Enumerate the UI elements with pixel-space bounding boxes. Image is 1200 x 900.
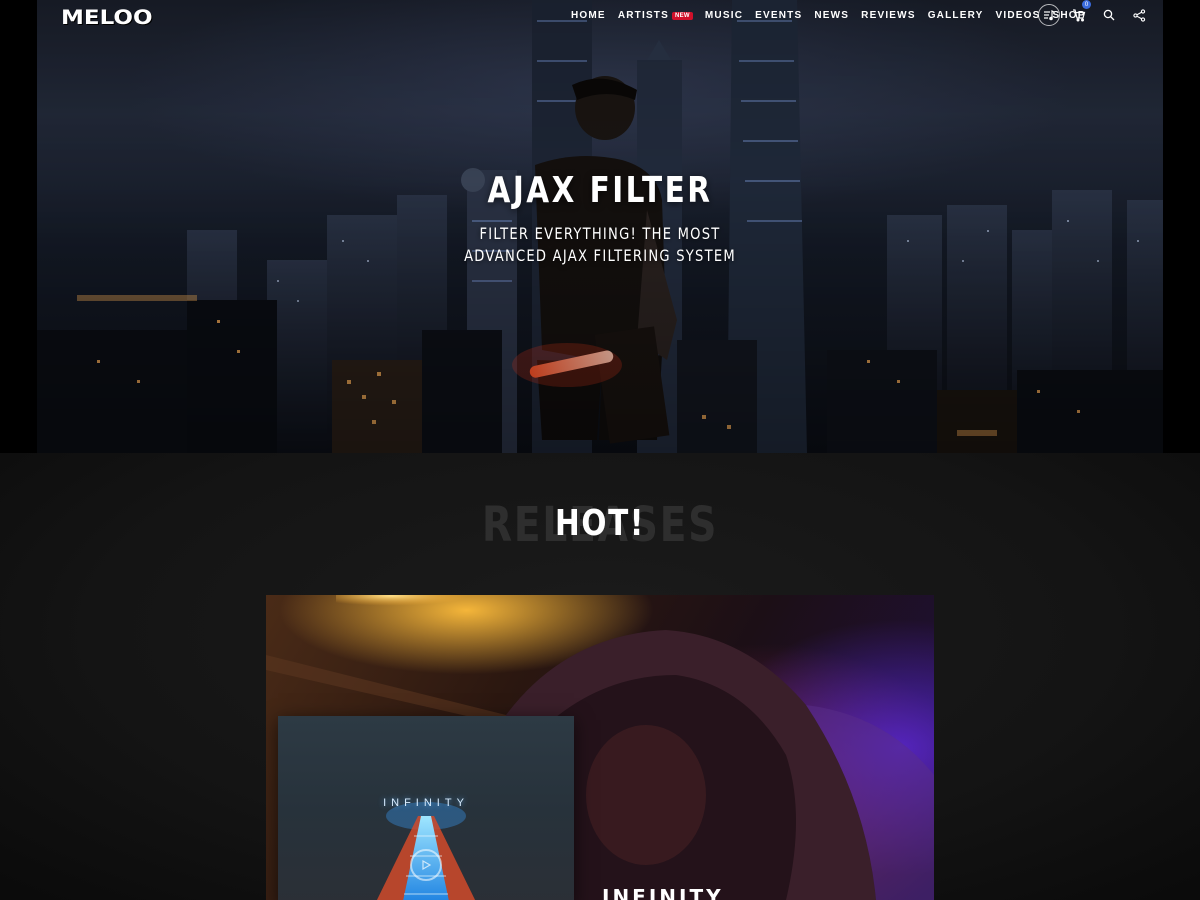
play-button[interactable] [410,849,442,881]
nav-item-videos[interactable]: VIDEOS [996,10,1041,21]
section-title: HOT! [555,503,645,544]
nav-item-label: MUSIC [704,10,744,21]
search-button[interactable] [1098,4,1120,26]
share-icon [1132,8,1145,22]
release-name[interactable]: INFINITY [602,885,724,900]
nav-item-music[interactable]: MUSIC [705,10,743,21]
album-cover[interactable]: INFINITY [278,716,574,900]
releases-section: RELEASES HOT! INFINITY INFINITY [0,453,1200,900]
hero-subtitle-line-1: FILTER EVERYTHING! THE MOST [479,224,721,243]
nav-item-news[interactable]: NEWS [814,10,849,21]
album-cover-title: INFINITY [383,797,469,809]
nav-item-events[interactable]: EVENTS [755,10,802,21]
cart-icon [1073,9,1086,22]
nav-item-label: REVIEWS [861,10,916,21]
share-button[interactable] [1128,4,1150,26]
nav-item-label: ARTISTS [617,10,669,21]
cart-button[interactable]: 0 [1068,0,1091,26]
header-icons: 0 [1038,0,1150,26]
hero-title: AJAX FILTER [487,170,713,211]
nav-item-label: NEWS [814,10,850,21]
cart-count-badge: 0 [1082,0,1091,9]
nav-item-gallery[interactable]: GALLERY [928,10,984,21]
hero-subtitle: FILTER EVERYTHING! THE MOST ADVANCED AJA… [138,223,1061,267]
nav-item-home[interactable]: HOME [571,10,606,21]
site-logo[interactable]: MELOO [61,7,153,29]
main-nav: HOME ARTISTS NEW MUSIC EVENTS NEWS REVIEW… [571,10,1086,21]
play-icon [422,859,432,871]
nav-item-reviews[interactable]: REVIEWS [861,10,916,21]
playlist-button[interactable] [1038,4,1060,26]
nav-item-label: GALLERY [927,10,984,21]
hero-banner: MELOO HOME ARTISTS NEW MUSIC EVENTS NEWS … [37,0,1163,453]
nav-item-label: VIDEOS [995,10,1041,21]
hero-subtitle-line-2: ADVANCED AJAX FILTERING SYSTEM [464,246,736,265]
nav-item-label: HOME [571,10,606,21]
playlist-icon [1044,10,1055,21]
search-icon [1103,9,1115,21]
release-card[interactable]: INFINITY INFINITY [266,595,934,900]
new-badge: NEW [672,12,693,20]
nav-item-artists[interactable]: ARTISTS NEW [618,10,693,21]
nav-item-label: EVENTS [755,10,803,21]
